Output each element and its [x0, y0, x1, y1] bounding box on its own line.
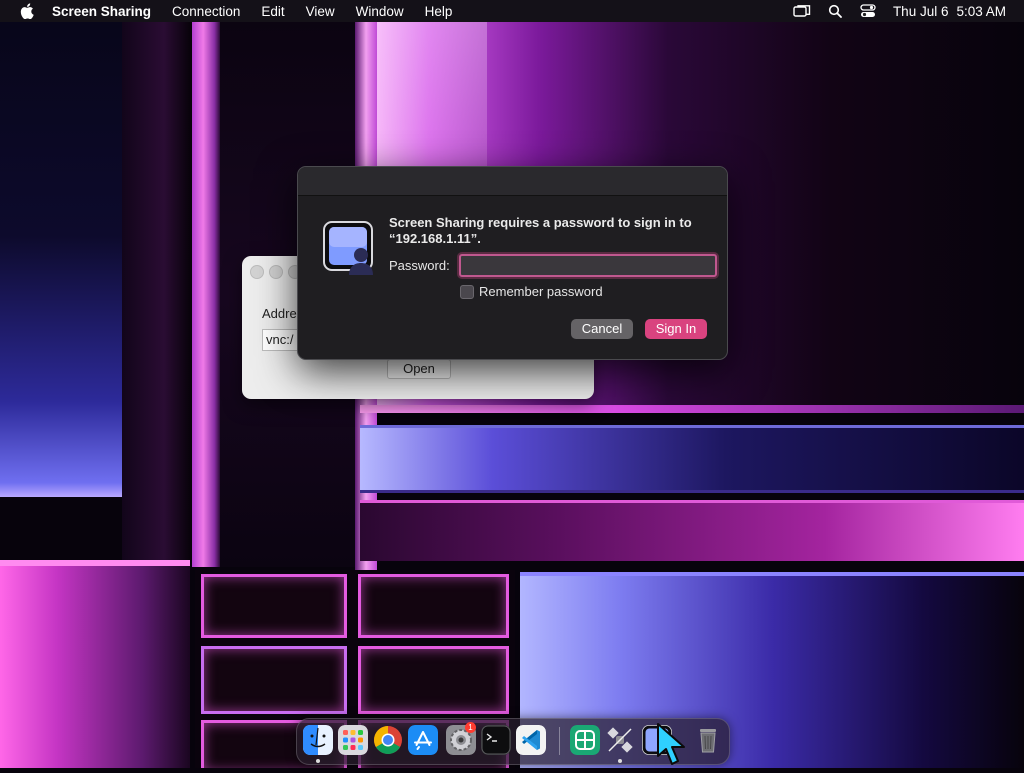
wallpaper-tile [201, 646, 347, 714]
chrome-icon[interactable] [373, 725, 403, 755]
menu-bar: Screen Sharing Connection Edit View Wind… [0, 0, 1024, 22]
cancel-button[interactable]: Cancel [571, 319, 633, 339]
wallpaper-tile [201, 574, 347, 638]
menu-app-name[interactable]: Screen Sharing [52, 4, 151, 19]
wallpaper-shape [122, 22, 192, 562]
screen-sharing-app-icon [323, 221, 377, 277]
dialog-message-line: Screen Sharing requires a password to si… [389, 215, 692, 230]
control-center-icon[interactable] [859, 4, 877, 18]
dialog-message: Screen Sharing requires a password to si… [389, 215, 719, 247]
menu-bar-extras: Thu Jul 6 5:03 AM [778, 0, 1006, 22]
launchpad-icon[interactable] [338, 725, 368, 755]
wallpaper-shape [360, 425, 1024, 493]
spotlight-search-icon[interactable] [826, 4, 844, 18]
app-store-icon[interactable] [408, 725, 438, 755]
terminal-icon[interactable] [481, 725, 511, 755]
password-label: Password: [389, 258, 450, 273]
running-indicator [618, 759, 622, 763]
vscode-icon[interactable] [516, 725, 546, 755]
wallpaper-shape [0, 22, 122, 497]
menu-date[interactable]: Thu Jul 6 [893, 4, 949, 19]
wallpaper-tile [358, 574, 509, 638]
password-dialog: Screen Sharing requires a password to si… [297, 166, 728, 360]
trash-icon[interactable] [693, 725, 723, 755]
menu-time[interactable]: 5:03 AM [956, 4, 1006, 19]
window-minimize-button[interactable] [269, 265, 283, 279]
menu-connection[interactable]: Connection [172, 4, 240, 19]
finder-icon[interactable] [303, 725, 333, 755]
dialog-title-bar [298, 167, 727, 196]
menu-help[interactable]: Help [425, 4, 453, 19]
address-label: Addre [262, 306, 297, 321]
password-input[interactable] [459, 254, 717, 277]
mouse-cursor-icon [654, 722, 688, 768]
notification-badge: 1 [465, 722, 476, 733]
remember-password-checkbox[interactable] [460, 285, 474, 299]
menu-view[interactable]: View [306, 4, 335, 19]
satellite-app-icon[interactable] [605, 725, 635, 755]
window-close-button[interactable] [250, 265, 264, 279]
dialog-message-line: “192.168.1.11”. [389, 231, 481, 246]
dock-separator [559, 727, 560, 755]
remember-password-label[interactable]: Remember password [479, 284, 603, 299]
menu-edit[interactable]: Edit [261, 4, 284, 19]
wallpaper-tile [358, 646, 509, 714]
apple-logo-icon[interactable] [18, 0, 36, 22]
open-button[interactable]: Open [387, 359, 451, 379]
menu-window[interactable]: Window [356, 4, 404, 19]
wallpaper-shape [360, 405, 1024, 413]
sign-in-button[interactable]: Sign In [645, 319, 707, 339]
wallpaper-shape [0, 560, 190, 768]
screen-mirroring-icon[interactable] [793, 4, 811, 18]
chatgpt-icon[interactable] [570, 725, 600, 755]
wallpaper-shape [192, 22, 220, 567]
wallpaper-shape [360, 500, 1024, 561]
running-indicator [316, 759, 320, 763]
